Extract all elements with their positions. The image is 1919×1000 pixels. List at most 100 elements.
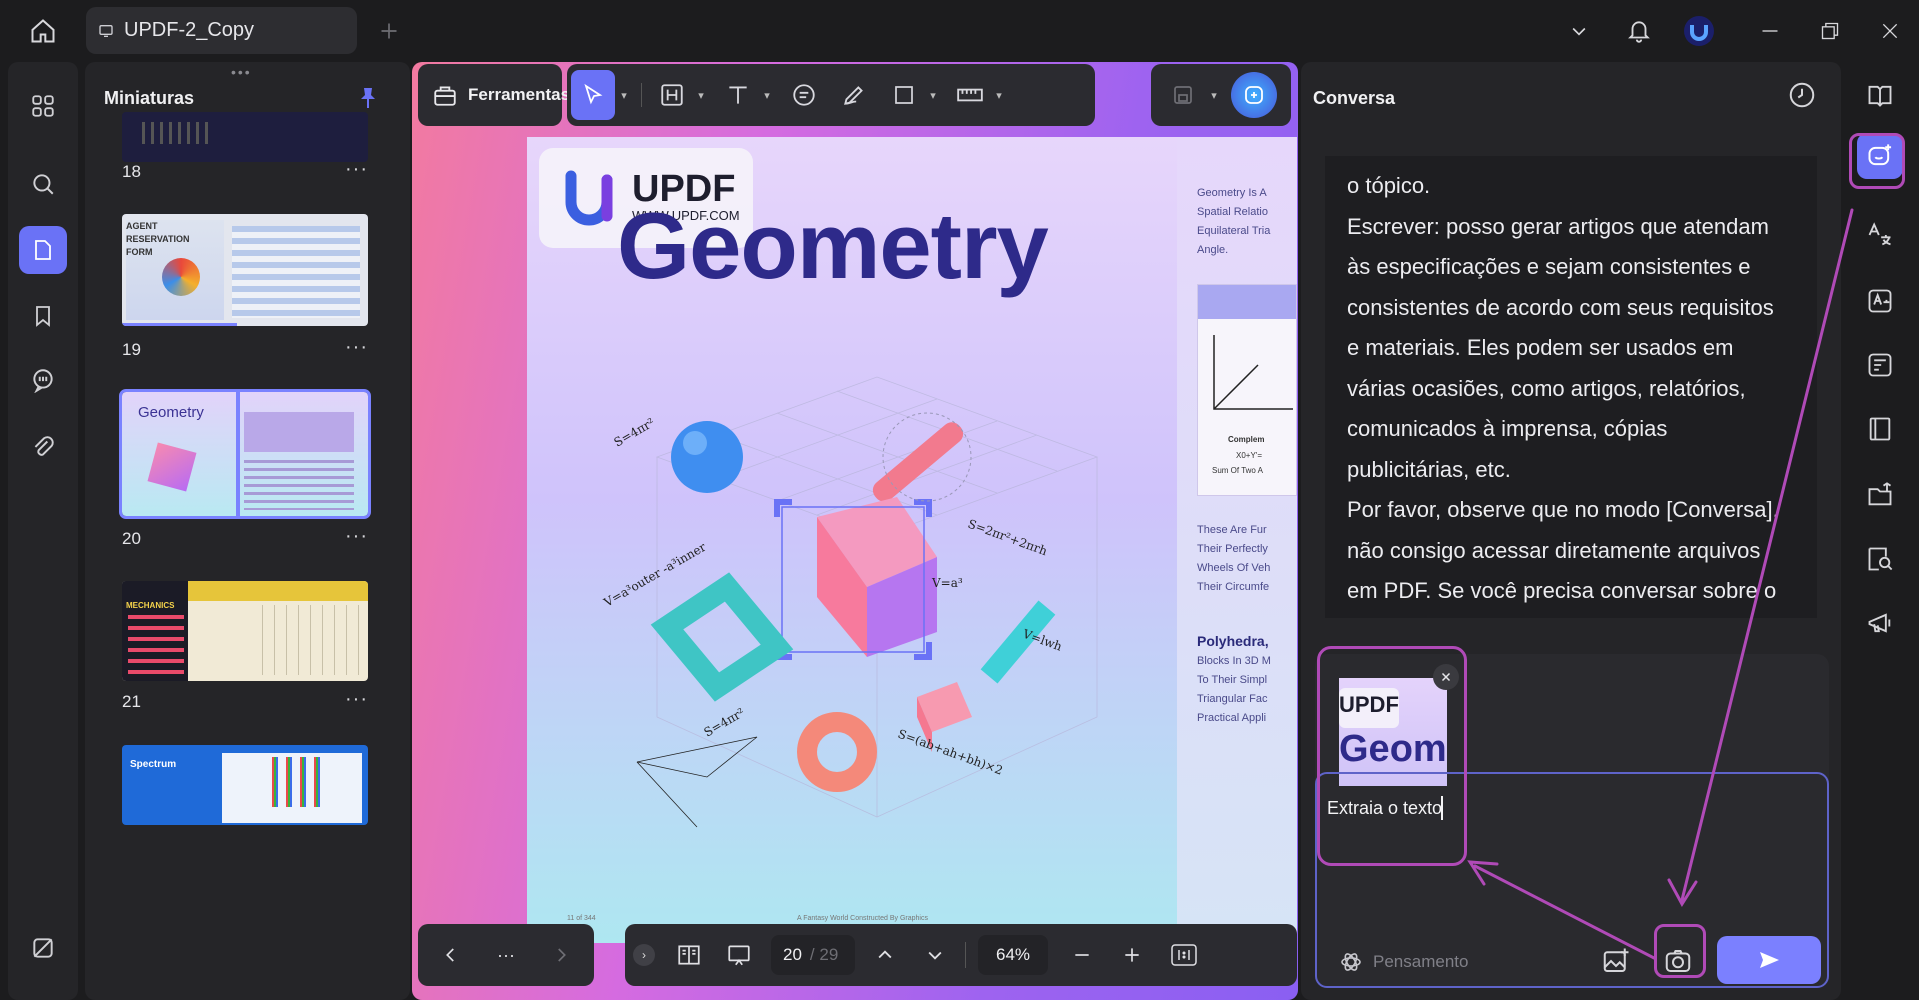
presentation-icon[interactable]: [719, 935, 759, 975]
formula-text: S=(ab+ah+bh)×2: [896, 727, 1005, 778]
export-folder-icon[interactable]: [1857, 472, 1903, 518]
message-line: às especificações e sejam consistentes e: [1347, 254, 1751, 279]
ocr-text-icon[interactable]: [1857, 278, 1903, 324]
comments-icon[interactable]: [19, 356, 67, 404]
page-thumbnail-19[interactable]: AGENT RESERVATION FORM: [122, 214, 368, 326]
document-canvas[interactable]: Geometry Is A Spatial Relatio Equilatera…: [412, 62, 1298, 1000]
shape-tool-icon[interactable]: [884, 75, 924, 115]
collapse-toggle-icon[interactable]: ›: [633, 944, 655, 966]
message-line: e materiais. Eles podem ser usados em: [1347, 335, 1734, 360]
side-text: Spatial Relatio: [1197, 206, 1268, 218]
image-upload-icon[interactable]: [1601, 946, 1631, 976]
highlight-tool-icon[interactable]: [652, 75, 692, 115]
page-thumbnail-21[interactable]: MECHANICS: [122, 581, 368, 681]
bookmark-icon[interactable]: [19, 292, 67, 340]
formula-text: V=lwh: [1020, 626, 1064, 653]
more-pages-button[interactable]: ···: [497, 945, 515, 966]
tools-label: Ferramentas: [468, 85, 571, 104]
tools-button[interactable]: Ferramentas: [418, 64, 570, 126]
save-dropdown-chevron-icon[interactable]: ▾: [1207, 89, 1221, 102]
thumbnail-more-button[interactable]: ···: [345, 688, 368, 711]
reader-book-icon[interactable]: [1857, 72, 1903, 118]
updf-ai-icon[interactable]: [1231, 72, 1277, 118]
message-line: consistentes de acordo com seus requisit…: [1347, 294, 1774, 320]
pin-icon[interactable]: [356, 84, 380, 112]
select-dropdown-chevron-icon[interactable]: ▾: [617, 89, 631, 102]
chart-caption: Complem: [1228, 435, 1265, 444]
message-line: várias ocasiões, como artigos, relatório…: [1347, 375, 1746, 401]
shape-dropdown-chevron-icon[interactable]: ▾: [926, 89, 940, 102]
thinking-label: Pensamento: [1373, 952, 1469, 971]
page-title: Geometry: [617, 193, 1049, 298]
message-line: Por favor, observe que no modo [Conversa…: [1347, 497, 1779, 522]
page-footer-left: 11 of 344: [567, 915, 596, 922]
zoom-in-icon[interactable]: [1112, 935, 1152, 975]
new-tab-plus-icon[interactable]: [372, 14, 406, 48]
highlight-dropdown-chevron-icon[interactable]: ▾: [694, 89, 708, 102]
attachment-icon[interactable]: [19, 424, 67, 472]
page-layout-book-icon[interactable]: [1857, 406, 1903, 452]
actual-size-icon[interactable]: [1164, 935, 1204, 975]
page-number-input[interactable]: 20 / 29: [771, 935, 855, 975]
restore-button[interactable]: [1812, 14, 1848, 48]
conversation-title: Conversa: [1313, 88, 1396, 108]
measure-tool-icon[interactable]: [950, 75, 990, 115]
page-down-icon[interactable]: [915, 935, 955, 975]
thinking-toggle[interactable]: Pensamento: [1331, 938, 1487, 986]
atom-icon: [1341, 953, 1361, 971]
side-text: Angle.: [1197, 244, 1229, 256]
theme-toggle-icon[interactable]: [19, 924, 67, 972]
panel-drag-handle[interactable]: •••: [231, 64, 252, 80]
select-cursor-icon[interactable]: [571, 70, 615, 120]
thumbnail-more-button[interactable]: ···: [345, 336, 368, 359]
previous-page-icon[interactable]: [431, 935, 471, 975]
side-text: Wheels Of Veh: [1197, 562, 1271, 574]
thumbnails-icon[interactable]: [19, 226, 67, 274]
page-thumbnail-20[interactable]: Geometry: [119, 389, 371, 519]
search-document-icon[interactable]: [1857, 536, 1903, 582]
measure-dropdown-chevron-icon[interactable]: ▾: [992, 89, 1006, 102]
current-page-value: 20: [783, 945, 802, 964]
pdf-page[interactable]: Geometry Is A Spatial Relatio Equilatera…: [527, 137, 1297, 943]
page-up-icon[interactable]: [865, 935, 905, 975]
page-number: 20: [122, 529, 141, 548]
thumbnail-more-button[interactable]: ···: [345, 525, 368, 548]
translate-icon[interactable]: [1857, 212, 1903, 258]
close-window-button[interactable]: [1872, 14, 1908, 48]
zoom-out-icon[interactable]: [1062, 935, 1102, 975]
history-clock-icon[interactable]: [1787, 80, 1817, 110]
formula-text: S=2πr²+2πrh: [966, 517, 1049, 559]
organize-pages-icon[interactable]: [19, 82, 67, 130]
zoom-level-input[interactable]: 64%: [978, 935, 1048, 975]
save-icon[interactable]: [1163, 75, 1203, 115]
document-tab[interactable]: UPDF-2_Copy: [86, 7, 357, 54]
home-icon[interactable]: [26, 14, 60, 48]
page-thumbnail-22[interactable]: Spectrum: [122, 745, 368, 825]
page-layout-icon[interactable]: [669, 935, 709, 975]
thumbnail-more-button[interactable]: ···: [345, 158, 368, 181]
side-text: Geometry Is A: [1197, 187, 1267, 199]
geometry-illustration: S=4πr² S=2πr²+2πrh V=a³ V=a³outer -a³inn…: [601, 376, 1099, 828]
total-pages: / 29: [809, 945, 839, 964]
comment-tool-icon[interactable]: [784, 75, 824, 115]
next-page-icon[interactable]: [541, 935, 581, 975]
view-controls-bar: › 20 / 29 64%: [625, 924, 1297, 986]
chart-caption: X0+Y'=: [1236, 451, 1262, 460]
left-sidebar: [8, 62, 78, 1000]
thumbnail-label: Spectrum: [130, 759, 177, 770]
text-dropdown-chevron-icon[interactable]: ▾: [760, 89, 774, 102]
pencil-tool-icon[interactable]: [834, 75, 874, 115]
updf-account-icon[interactable]: [1682, 14, 1716, 48]
text-tool-icon[interactable]: [718, 75, 758, 115]
minimize-button[interactable]: [1752, 14, 1788, 48]
annotation-highlight-camera: [1654, 924, 1706, 978]
chevron-down-icon[interactable]: [1562, 14, 1596, 48]
toolbox-icon: [432, 82, 458, 108]
presentation-share-icon[interactable]: [1857, 600, 1903, 646]
page-thumbnail-18[interactable]: [122, 112, 368, 162]
notification-bell-icon[interactable]: [1622, 14, 1656, 48]
form-fields-icon[interactable]: [1857, 342, 1903, 388]
search-icon[interactable]: [19, 160, 67, 208]
send-button[interactable]: [1717, 936, 1821, 984]
title-bar: UPDF-2_Copy: [0, 0, 1919, 62]
